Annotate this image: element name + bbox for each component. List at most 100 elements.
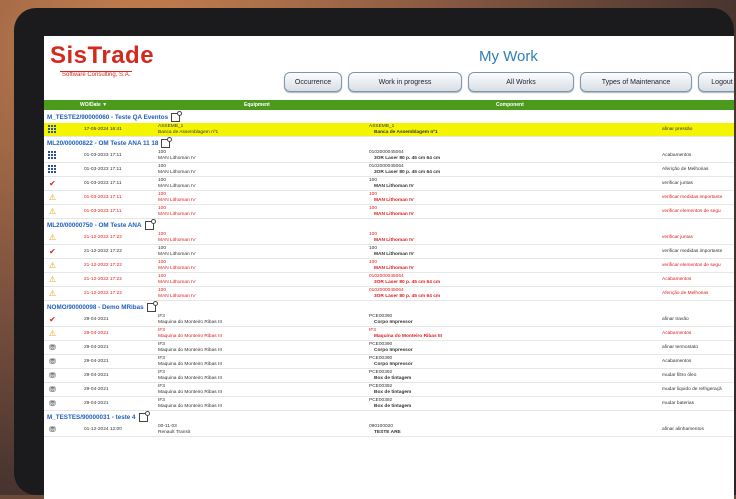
warning-icon[interactable]: ⚠ <box>48 233 57 242</box>
work-order-group-header[interactable]: NOMO/90000098 - Demo MRibas <box>44 300 734 313</box>
row-date: 21-12-2022 17:22 <box>84 291 122 296</box>
component-name: MAN Lithoman IV <box>374 238 414 243</box>
component-name: 3OR Laser 80 p. 45 cm 64 cm <box>374 280 441 285</box>
equipment-name: Maquina do Monteiro Ribas III <box>158 320 222 325</box>
work-order-group-header[interactable]: M_TESTE2/90000060 - Teste QA Eventos <box>44 110 734 123</box>
sistrade-logo: SisTrade Software Consulting, S.A. <box>50 42 154 78</box>
equipment-code: 100 <box>158 274 167 279</box>
row-date: 29-04-2021 <box>84 317 109 322</box>
table-row[interactable]: ⚠ 01-03-2023 17:11 100 MAN Lithoman IV 100 MA… <box>44 205 734 219</box>
logout-button[interactable]: Logout <box>698 72 734 92</box>
component-name: MAN Lithoman IV <box>374 212 414 217</box>
operation-text: Acabamentos <box>662 359 692 364</box>
operation-text: verificar elementos de segu <box>662 263 721 268</box>
lock-icon[interactable]: ⛃ <box>48 385 57 394</box>
row-date: 29-04-2021 <box>84 373 109 378</box>
lock-icon[interactable]: ⛃ <box>48 425 57 434</box>
table-row[interactable]: ⚠ 29-04-2021 IF3 Maquina do Monteiro Ribas … <box>44 327 734 341</box>
table-row[interactable]: ⛃ 29-04-2021 IF3 Maquina do Monteiro Ribas … <box>44 383 734 397</box>
component-code: 100 <box>369 206 378 211</box>
component-code: 100 <box>369 192 378 197</box>
print-icon[interactable] <box>146 300 158 312</box>
table-row[interactable]: 01-03-2023 17:11 100 MAN Lithoman IV 010200… <box>44 163 734 177</box>
grid-icon[interactable] <box>48 165 57 174</box>
equipment-name: Maquina do Monteiro Ribas III <box>158 390 222 395</box>
header-component[interactable]: Component <box>496 102 524 108</box>
header-date[interactable]: WO/Date ▼ <box>80 102 107 108</box>
equipment-name: MAN Lithoman IV <box>158 266 196 271</box>
row-date: 01-03-2023 17:11 <box>84 209 122 214</box>
row-date: 21-12-2022 17:22 <box>84 263 122 268</box>
occurrence-button[interactable]: Occurrence <box>284 72 342 92</box>
group-title: M_TESTE2/90000060 - Teste QA Eventos <box>47 113 169 121</box>
table-row[interactable]: ⚠ 21-12-2022 17:22 100 MAN Lithoman IV 100 MA… <box>44 231 734 245</box>
component-name: Box de tintagem <box>374 404 412 409</box>
operation-text: mudar filtro óleo <box>662 373 697 378</box>
lock-icon[interactable]: ⛃ <box>48 343 57 352</box>
check-icon[interactable]: ✔ <box>48 315 57 324</box>
grid-icon[interactable] <box>48 125 57 134</box>
warning-icon[interactable]: ⚠ <box>48 329 57 338</box>
row-date: 21-12-2022 17:22 <box>84 249 122 254</box>
equipment-name: Maquina do Monteiro Ribas III <box>158 334 222 339</box>
work-in-progress-button[interactable]: Work in progress <box>348 72 462 92</box>
work-order-group-header[interactable]: ML20/00000750 - OM Teste ANA <box>44 218 734 231</box>
toolbar: Occurrence Work in progress All Works Ty… <box>284 72 734 92</box>
lock-icon[interactable]: ⛃ <box>48 357 57 366</box>
work-order-group-header[interactable]: ML20/00000822 - OM Teste ANA 11 18 <box>44 136 734 149</box>
table-row[interactable]: ⛃ 29-04-2021 IF3 Maquina do Monteiro Ribas … <box>44 341 734 355</box>
operation-text: afinar pressão <box>662 127 693 132</box>
component-name: Box de tintagem <box>374 376 412 381</box>
table-row[interactable]: ✔ 29-04-2021 IF3 Maquina do Monteiro Ribas … <box>44 313 734 327</box>
all-works-button[interactable]: All Works <box>468 72 574 92</box>
group-title: ML20/00000750 - OM Teste ANA <box>47 221 142 229</box>
warning-icon[interactable]: ⚠ <box>48 207 57 216</box>
table-row[interactable]: ⛃ 29-04-2021 IF3 Maquina do Monteiro Ribas … <box>44 397 734 411</box>
work-orders-table: M_TESTE2/90000060 - Teste QA Eventos 17-0… <box>44 110 734 437</box>
table-row[interactable]: ⛃ 29-04-2021 IF3 Maquina do Monteiro Ribas … <box>44 355 734 369</box>
work-order-group-header[interactable]: M_TESTES/90000031 - teste 4 <box>44 410 734 423</box>
equipment-name: MAN Lithoman IV <box>158 252 196 257</box>
component-code: 0102000045064 <box>369 150 404 155</box>
table-row[interactable]: ⛃ 01-12-2024 12:00 00-11-03 Renault Transit… <box>44 423 734 437</box>
grid-icon[interactable] <box>48 151 57 160</box>
row-date: 01-12-2024 12:00 <box>84 427 122 432</box>
component-name: 3OR Laser 80 p. 45 cm 64 cm <box>374 156 441 161</box>
equipment-code: 100 <box>158 178 167 183</box>
component-name: Box de tintagem <box>374 390 412 395</box>
warning-icon[interactable]: ⚠ <box>48 193 57 202</box>
table-row[interactable]: ✔ 21-12-2022 17:22 100 MAN Lithoman IV 100 MA… <box>44 245 734 259</box>
table-row[interactable]: 17-05-2024 16:41 ASSEMB_1 Banca de Assembl… <box>44 123 734 137</box>
row-date: 21-12-2022 17:22 <box>84 277 122 282</box>
equipment-name: MAN Lithoman IV <box>158 198 196 203</box>
lock-icon[interactable]: ⛃ <box>48 399 57 408</box>
row-date: 21-12-2022 17:22 <box>84 235 122 240</box>
table-row[interactable]: 01-03-2023 17:11 100 MAN Lithoman IV 010200… <box>44 149 734 163</box>
table-row[interactable]: ⚠ 21-12-2022 17:22 100 MAN Lithoman IV 100 MA… <box>44 259 734 273</box>
equipment-name: MAN Lithoman IV <box>158 212 196 217</box>
table-row[interactable]: ✔ 01-03-2023 17:11 100 MAN Lithoman IV 100 MA… <box>44 177 734 191</box>
check-icon[interactable]: ✔ <box>48 179 57 188</box>
operation-text: afinar travão <box>662 317 689 322</box>
row-date: 01-03-2023 17:11 <box>84 181 122 186</box>
table-row[interactable]: ⚠ 21-12-2022 17:22 100 MAN Lithoman IV 01020… <box>44 287 734 301</box>
print-icon[interactable] <box>138 410 150 422</box>
tablet-frame: SisTrade Software Consulting, S.A. My Wo… <box>14 8 734 499</box>
warning-icon[interactable]: ⚠ <box>48 275 57 284</box>
types-of-maintenance-button[interactable]: Types of Maintenance <box>580 72 692 92</box>
lock-icon[interactable]: ⛃ <box>48 371 57 380</box>
row-date: 29-04-2021 <box>84 401 109 406</box>
warning-icon[interactable]: ⚠ <box>48 261 57 270</box>
print-icon[interactable] <box>171 110 183 122</box>
print-icon[interactable] <box>144 218 156 230</box>
table-row[interactable]: ⛃ 29-04-2021 IF3 Maquina do Monteiro Ribas … <box>44 369 734 383</box>
warning-icon[interactable]: ⚠ <box>48 289 57 298</box>
table-row[interactable]: ⚠ 01-03-2023 17:11 100 MAN Lithoman IV 100 MA… <box>44 191 734 205</box>
header-equipment[interactable]: Equipment <box>244 102 270 108</box>
check-icon[interactable]: ✔ <box>48 247 57 256</box>
operation-text: verificar juntas <box>662 181 693 186</box>
equipment-code: 100 <box>158 164 167 169</box>
print-icon[interactable] <box>161 136 173 148</box>
table-row[interactable]: ⚠ 21-12-2022 17:22 100 MAN Lithoman IV 01020… <box>44 273 734 287</box>
equipment-code: 100 <box>158 150 167 155</box>
